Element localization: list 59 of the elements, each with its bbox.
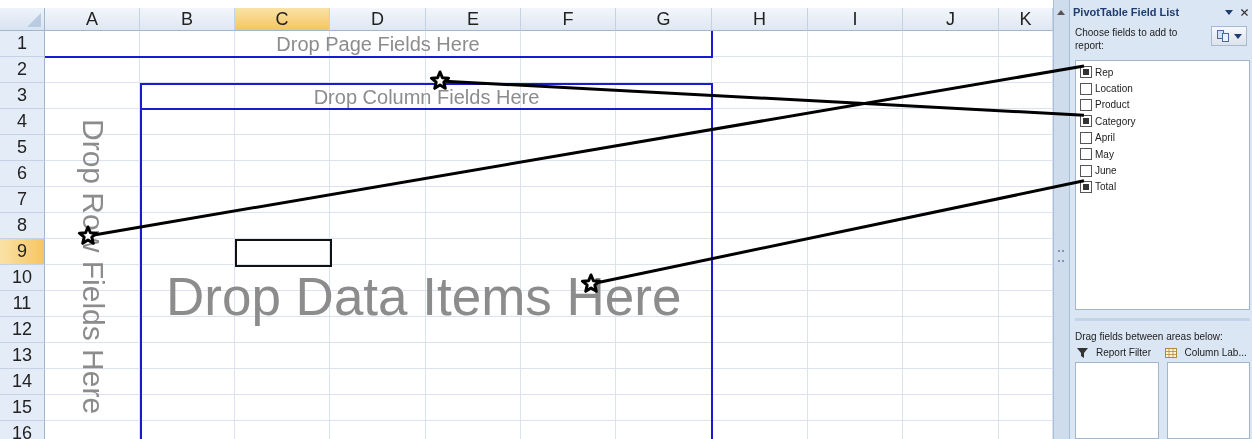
drop-zone-label: Drop Data Items Here [166,269,682,325]
row-header[interactable]: 15 [0,395,45,421]
layout-icon [1216,30,1229,42]
checkbox[interactable] [1080,131,1092,144]
field-item[interactable]: Total [1080,178,1245,196]
field-item[interactable]: Location [1080,80,1245,97]
column-header[interactable]: F [521,8,616,31]
row-header[interactable]: 6 [0,161,45,187]
row-header[interactable]: 1 [0,31,45,57]
filter-icon [1077,347,1088,358]
pane-splitter[interactable] [1053,0,1070,439]
checkbox[interactable] [1080,82,1092,95]
close-icon[interactable] [1239,6,1250,18]
field-item[interactable]: Rep [1080,64,1245,81]
area-label: Report Filter [1075,347,1163,358]
column-header[interactable]: C [235,8,330,31]
field-item[interactable]: April [1080,129,1245,146]
row-header[interactable]: 10 [0,265,45,291]
column-header[interactable]: K [999,8,1053,31]
drop-zone-label: Drop Column Fields Here [313,85,540,108]
row-header[interactable]: 16 [0,421,45,439]
row-header[interactable]: 9 [0,239,45,265]
column-header[interactable]: H [712,8,808,31]
row-header[interactable]: 4 [0,109,45,135]
column-header[interactable]: A [45,8,140,31]
area-label: Column Lab... [1162,347,1250,358]
column-header[interactable]: E [426,8,521,31]
column-header[interactable]: B [140,8,235,31]
dropdown-icon[interactable] [1225,9,1233,15]
row-header[interactable]: 12 [0,317,45,343]
checkbox[interactable] [1080,148,1092,161]
pane-title: PivotTable Field List [1073,6,1181,18]
field-item[interactable]: Product [1080,96,1245,114]
field-item[interactable]: May [1080,145,1245,163]
column-header[interactable]: J [903,8,999,31]
checkbox[interactable] [1080,98,1092,111]
column-header[interactable]: D [330,8,426,31]
column-header[interactable]: I [808,8,903,31]
drop-zone-label: Drop Page Fields Here [276,32,480,56]
field-item[interactable]: June [1080,162,1245,179]
checkbox[interactable] [1080,164,1092,177]
row-header[interactable]: 13 [0,343,45,369]
row-header[interactable]: 14 [0,369,45,395]
field-prompt: Choose fields to add to report: [1075,26,1179,52]
row-header[interactable]: 5 [0,135,45,161]
row-header[interactable]: 2 [0,57,45,83]
areas-prompt: Drag fields between areas below: [1075,331,1224,342]
row-header[interactable]: 8 [0,213,45,239]
row-header[interactable]: 3 [0,83,45,109]
table-icon [1164,347,1177,358]
row-header[interactable]: 11 [0,291,45,317]
active-cell[interactable] [235,239,332,267]
layout-button[interactable] [1211,26,1247,46]
row-header[interactable]: 7 [0,187,45,213]
field-item[interactable]: Category [1080,113,1245,130]
caret-icon [1233,33,1242,39]
checkbox[interactable] [1080,115,1092,128]
checkbox[interactable] [1080,66,1092,79]
column-header[interactable]: G [616,8,712,31]
